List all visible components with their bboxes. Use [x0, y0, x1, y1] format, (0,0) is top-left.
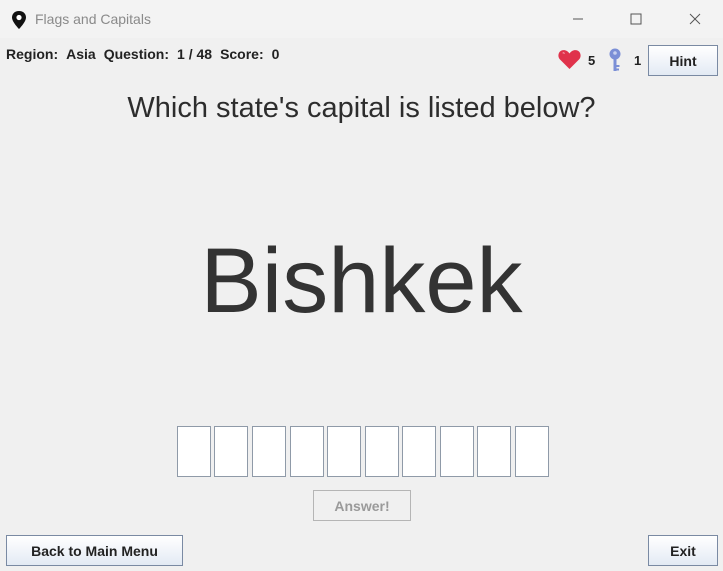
letter-box[interactable] [290, 426, 324, 477]
status-bar: Region: Asia Question: 1 / 48 Score: 0 [6, 46, 287, 62]
heart-icon [558, 50, 581, 69]
letter-box[interactable] [477, 426, 511, 477]
question-label: Question: [103, 46, 170, 62]
letter-box[interactable] [402, 426, 436, 477]
score-value: 0 [271, 46, 280, 62]
capital-name: Bishkek [200, 230, 523, 332]
minimize-button[interactable] [555, 0, 601, 38]
maximize-icon [630, 13, 642, 25]
lives-count: 5 [588, 53, 596, 68]
hint-button[interactable]: Hint [648, 45, 718, 76]
letter-box[interactable] [365, 426, 399, 477]
question-prompt: Which state's capital is listed below? [127, 92, 596, 124]
letter-box[interactable] [214, 426, 248, 477]
letter-box[interactable] [440, 426, 474, 477]
map-pin-icon [12, 11, 26, 29]
letter-box[interactable] [515, 426, 549, 477]
question-counter: 1 / 48 [177, 46, 213, 62]
minimize-icon [573, 18, 583, 20]
letter-box[interactable] [177, 426, 211, 477]
key-icon [609, 48, 621, 71]
window-title: Flags and Capitals [35, 11, 151, 27]
close-icon [689, 13, 701, 25]
maximize-button[interactable] [613, 0, 659, 38]
region-value: Asia [66, 46, 96, 62]
score-label: Score: [220, 46, 264, 62]
back-to-main-menu-button[interactable]: Back to Main Menu [6, 535, 183, 566]
title-bar: Flags and Capitals [0, 0, 723, 38]
answer-button[interactable]: Answer! [313, 490, 411, 521]
exit-button[interactable]: Exit [648, 535, 718, 566]
letter-box[interactable] [327, 426, 361, 477]
letter-box[interactable] [252, 426, 286, 477]
close-button[interactable] [672, 0, 718, 38]
region-label: Region: [6, 46, 59, 62]
hints-count: 1 [634, 53, 642, 68]
